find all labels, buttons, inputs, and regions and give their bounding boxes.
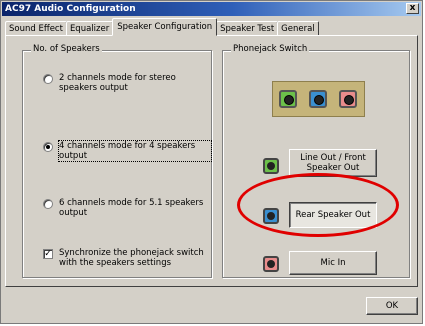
- tab-speaker-test[interactable]: Speaker Test: [216, 21, 279, 36]
- line-out-front-label: Line Out / Front Speaker Out: [300, 153, 366, 173]
- phonejack-panel-image: [272, 81, 365, 117]
- phonejack-group-label: Phonejack Switch: [231, 44, 310, 54]
- title-bar[interactable]: AC97 Audio Configuration x: [2, 2, 421, 16]
- ok-button[interactable]: OK: [366, 297, 418, 315]
- speakers-group-label: No. of Speakers: [31, 44, 102, 54]
- window-title: AC97 Audio Configuration: [5, 4, 136, 14]
- radio-2-channels[interactable]: 2 channels mode for stereo speakers outp…: [43, 73, 209, 93]
- blue-jack-icon: [263, 208, 279, 224]
- tab-general[interactable]: General: [277, 21, 319, 36]
- sync-checkbox-label: Synchronize the phonejack switch with th…: [59, 248, 204, 268]
- radio-6-channels-label: 6 channels mode for 5.1 speakers output: [59, 198, 204, 218]
- radio-2-channels-control[interactable]: [43, 74, 53, 84]
- radio-4-channels-control[interactable]: [43, 142, 53, 152]
- sync-checkbox-row[interactable]: ✓ Synchronize the phonejack switch with …: [43, 248, 217, 268]
- radio-4-channels-label: 4 channels mode for 4 speakers output: [58, 140, 212, 162]
- ok-label: OK: [385, 301, 399, 311]
- phonejack-group: Phonejack Switch Line Out / Front Speake…: [222, 44, 410, 278]
- tab-speaker-configuration[interactable]: Speaker Configuration: [112, 18, 218, 36]
- tab-equalizer[interactable]: Equalizer: [65, 21, 114, 36]
- tab-panel: No. of Speakers 2 channels mode for ster…: [5, 35, 418, 287]
- blue-jack-icon: [309, 90, 327, 108]
- radio-6-channels[interactable]: 6 channels mode for 5.1 speakers output: [43, 198, 209, 218]
- green-jack-icon: [279, 90, 297, 108]
- mic-in-label: Mic In: [320, 258, 346, 268]
- radio-2-channels-label: 2 channels mode for stereo speakers outp…: [59, 73, 176, 93]
- tab-strip: Sound Effect Equalizer Speaker Configura…: [5, 18, 319, 36]
- pink-jack-icon: [339, 90, 357, 108]
- sync-checkbox[interactable]: ✓: [43, 249, 53, 259]
- rear-speaker-out-label: Rear Speaker Out: [295, 210, 371, 220]
- rear-speaker-out-button[interactable]: Rear Speaker Out: [289, 202, 377, 228]
- radio-6-channels-control[interactable]: [43, 199, 53, 209]
- green-jack-icon: [263, 158, 279, 174]
- radio-4-channels[interactable]: 4 channels mode for 4 speakers output: [43, 140, 212, 162]
- radio-selected-dot: [46, 145, 50, 149]
- pink-jack-icon: [263, 256, 279, 272]
- speakers-group: No. of Speakers 2 channels mode for ster…: [22, 44, 212, 278]
- dialog-window: AC97 Audio Configuration x Sound Effect …: [0, 0, 423, 324]
- close-icon: x: [409, 3, 416, 13]
- line-out-front-button[interactable]: Line Out / Front Speaker Out: [289, 149, 377, 177]
- mic-in-button[interactable]: Mic In: [289, 251, 377, 275]
- tab-sound-effect[interactable]: Sound Effect: [5, 21, 67, 36]
- close-button[interactable]: x: [406, 3, 419, 14]
